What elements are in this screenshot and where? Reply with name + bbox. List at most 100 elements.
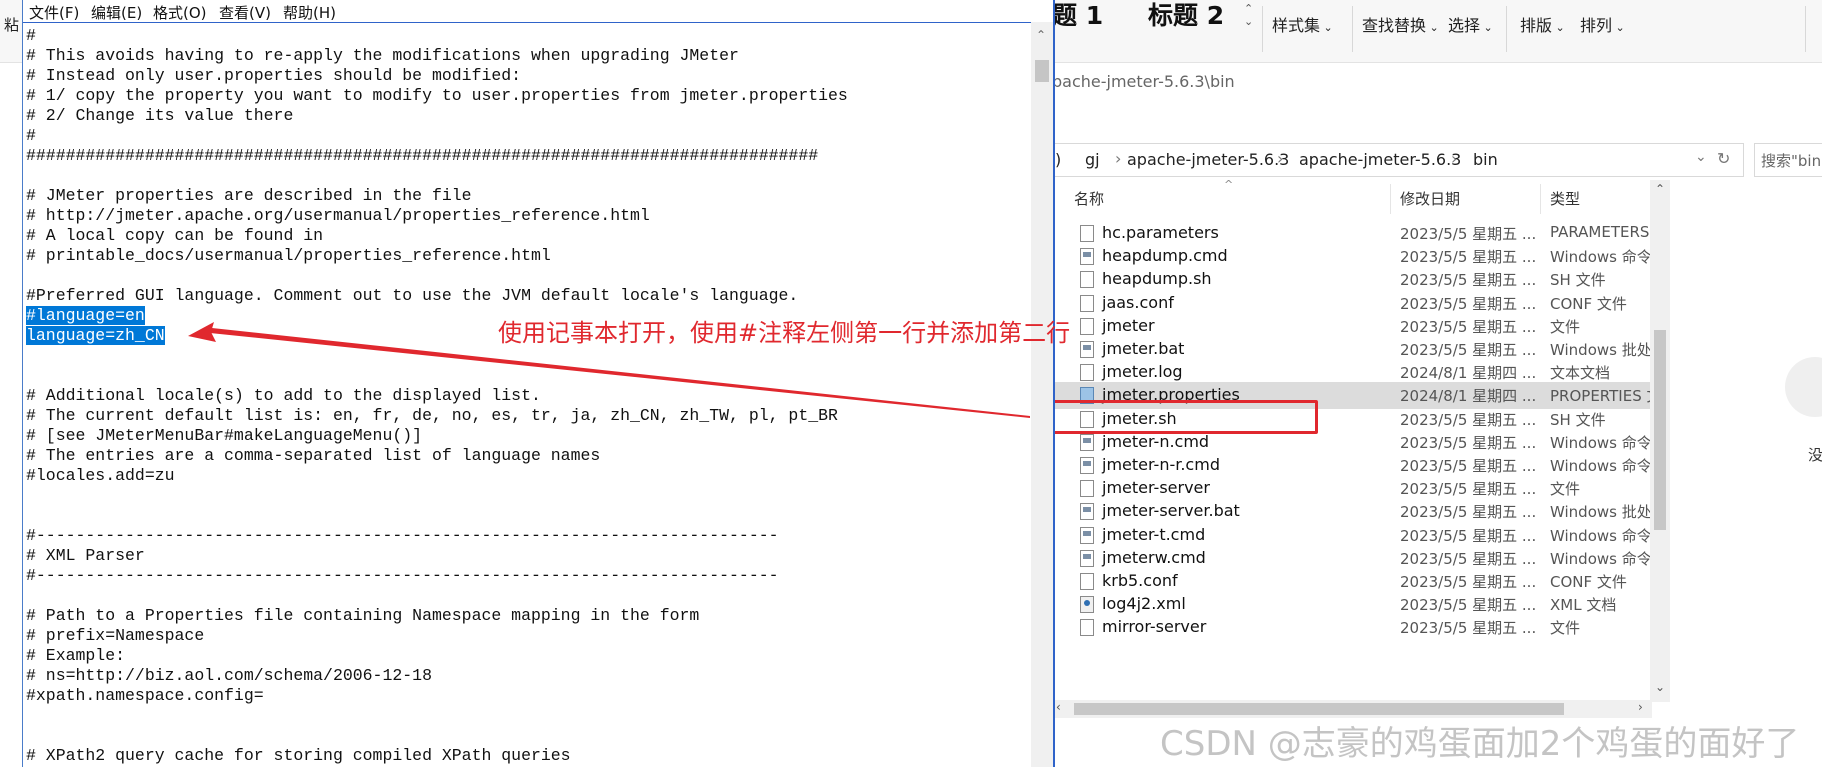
file-type: PROPERTIES 文 bbox=[1550, 387, 1662, 406]
breadcrumb-item[interactable]: apache-jmeter-5.6.3 bbox=[1127, 150, 1289, 169]
file-name: jmeter-server bbox=[1102, 478, 1210, 498]
code-line-text: # JMeter properties are described in the… bbox=[26, 186, 472, 205]
scroll-up-icon[interactable]: ⌃ bbox=[1036, 28, 1046, 42]
cmd-icon bbox=[1080, 341, 1094, 358]
cmd-icon bbox=[1080, 526, 1094, 544]
file-modified-date: 2023/5/5 星期五 ... bbox=[1400, 225, 1537, 243]
code-line-text: # XML Parser bbox=[26, 546, 145, 565]
code-line: # bbox=[26, 26, 1031, 46]
style-heading-1[interactable]: 题 1 bbox=[1052, 0, 1103, 32]
code-line-text: #Preferred GUI language. Comment out to … bbox=[26, 286, 799, 305]
menu-help[interactable]: 帮助(H) bbox=[283, 2, 336, 23]
search-input[interactable]: 搜索"bin bbox=[1754, 143, 1822, 177]
breadcrumb-item[interactable]: apache-jmeter-5.6.3 bbox=[1299, 150, 1461, 169]
code-line: # XML Parser bbox=[26, 546, 1031, 566]
scroll-left-icon[interactable]: ‹ bbox=[1056, 700, 1061, 714]
code-line: # The entries are a comma-separated list… bbox=[26, 446, 1031, 466]
notepad-vertical-scrollbar[interactable]: ⌃ bbox=[1031, 22, 1053, 767]
select-button[interactable]: 选择 ⌄ bbox=[1448, 12, 1493, 36]
breadcrumb-item[interactable]: ) bbox=[1055, 150, 1061, 169]
breadcrumb-item[interactable]: bin bbox=[1473, 150, 1498, 169]
scrollbar-thumb[interactable] bbox=[1035, 60, 1049, 82]
layout-button[interactable]: 排版 ⌄ bbox=[1520, 12, 1565, 36]
style-heading-2[interactable]: 标题 2 bbox=[1148, 0, 1224, 32]
refresh-icon[interactable]: ↻ bbox=[1717, 149, 1730, 168]
file-type: SH 文件 bbox=[1550, 410, 1606, 429]
scroll-down-icon[interactable]: ⌄ bbox=[1655, 680, 1665, 694]
file-name: mirror-server bbox=[1102, 617, 1207, 637]
code-line-text: # Instead only user.properties should be… bbox=[26, 66, 522, 85]
file-modified-date: 2023/5/5 星期五 ... bbox=[1400, 294, 1537, 313]
menu-edit[interactable]: 编辑(E) bbox=[91, 2, 142, 23]
file-name: hc.parameters bbox=[1102, 223, 1219, 242]
file-icon bbox=[1080, 225, 1094, 242]
code-line-text: # bbox=[26, 126, 36, 145]
column-divider[interactable] bbox=[1390, 184, 1391, 214]
xml-icon bbox=[1080, 596, 1094, 614]
file-modified-date: 2023/5/5 星期五 ... bbox=[1400, 317, 1537, 336]
column-header-type[interactable]: 类型 bbox=[1550, 188, 1580, 209]
file-type: 文本文档 bbox=[1550, 364, 1611, 383]
file-modified-date: 2023/5/5 星期五 ... bbox=[1400, 341, 1537, 359]
watermark: CSDN @志豪的鸡蛋面加2个鸡蛋的面好了 bbox=[1160, 724, 1800, 764]
code-line-text: # Path to a Properties file containing N… bbox=[26, 606, 700, 625]
column-divider[interactable] bbox=[1540, 184, 1541, 214]
file-name: jaas.conf bbox=[1102, 292, 1174, 312]
code-line-text: # The entries are a comma-separated list… bbox=[26, 446, 601, 465]
find-replace-button[interactable]: 查找替换 ⌄ bbox=[1362, 12, 1439, 36]
ribbon-divider bbox=[1805, 6, 1806, 52]
notepad-menubar: 文件(F) 编辑(E) 格式(O) 查看(V) 帮助(H) bbox=[23, 0, 1053, 23]
explorer-vertical-scrollbar[interactable]: ⌃ ⌄ bbox=[1650, 180, 1670, 702]
file-name: jmeter bbox=[1102, 315, 1155, 335]
scroll-up-icon[interactable]: ⌃ bbox=[1655, 182, 1665, 196]
cmd-icon bbox=[1080, 248, 1094, 266]
file-row[interactable]: mirror-server 2023/5/5 星期五 ... 文件 bbox=[1052, 614, 1666, 641]
file-name: jmeter-n-r.cmd bbox=[1102, 455, 1220, 474]
address-bar[interactable]: ) gj › apache-jmeter-5.6.3 › apache-jmet… bbox=[1052, 143, 1744, 177]
cmd-icon bbox=[1080, 457, 1094, 474]
code-line: # JMeter properties are described in the… bbox=[26, 186, 1031, 206]
file-icon bbox=[1080, 619, 1094, 637]
code-line-text: ########################################… bbox=[26, 146, 819, 165]
code-line-text: # prefix=Namespace bbox=[26, 626, 205, 645]
notepad-window: 文件(F) 编辑(E) 格式(O) 查看(V) 帮助(H) # # This av… bbox=[22, 0, 1055, 767]
code-line: # The current default list is: en, fr, d… bbox=[26, 406, 1031, 426]
cmd-icon bbox=[1080, 549, 1094, 567]
column-header-name[interactable]: 名称 bbox=[1074, 188, 1104, 209]
file-modified-date: 2023/5/5 星期五 ... bbox=[1400, 573, 1537, 591]
file-type: Windows 命令 bbox=[1550, 549, 1652, 568]
notepad-text-area[interactable]: # # This avoids having to re-apply the mo… bbox=[26, 26, 1031, 767]
breadcrumb-item[interactable]: gj bbox=[1085, 150, 1100, 169]
file-name: krb5.conf bbox=[1102, 571, 1178, 590]
code-line: # Instead only user.properties should be… bbox=[26, 66, 1031, 86]
file-name: jmeter-t.cmd bbox=[1102, 524, 1206, 544]
arrange-button[interactable]: 排列 ⌄ bbox=[1580, 12, 1625, 36]
menu-view[interactable]: 查看(V) bbox=[219, 2, 271, 23]
chevron-right-icon: › bbox=[1115, 149, 1122, 168]
scrollbar-thumb[interactable] bbox=[1074, 703, 1564, 715]
file-modified-date: 2023/5/5 星期五 ... bbox=[1400, 503, 1537, 522]
file-name: jmeter.bat bbox=[1102, 339, 1185, 358]
file-modified-date: 2023/5/5 星期五 ... bbox=[1400, 271, 1537, 290]
code-line-text: #xpath.namespace.config= bbox=[26, 686, 264, 705]
style-scroll-icon[interactable]: ⌃ ⌄ bbox=[1244, 2, 1253, 28]
scroll-right-icon[interactable]: › bbox=[1638, 700, 1643, 714]
chevron-down-icon[interactable]: ⌄ bbox=[1695, 149, 1707, 165]
file-icon bbox=[1080, 480, 1094, 498]
scrollbar-thumb[interactable] bbox=[1654, 330, 1666, 530]
code-line-text: # This avoids having to re-apply the mod… bbox=[26, 46, 739, 65]
paste-button[interactable]: 粘 bbox=[4, 14, 19, 35]
style-set-button[interactable]: 样式集 ⌄ bbox=[1272, 12, 1333, 36]
menu-format[interactable]: 格式(O) bbox=[153, 2, 207, 23]
file-modified-date: 2023/5/5 星期五 ... bbox=[1400, 549, 1537, 568]
column-header-date[interactable]: 修改日期 bbox=[1400, 188, 1460, 209]
file-icon bbox=[1080, 364, 1094, 382]
menu-file[interactable]: 文件(F) bbox=[29, 2, 79, 23]
code-line: #---------------------------------------… bbox=[26, 526, 1031, 546]
right-pane-text: 没 bbox=[1808, 446, 1822, 464]
file-type: 文件 bbox=[1550, 619, 1581, 638]
